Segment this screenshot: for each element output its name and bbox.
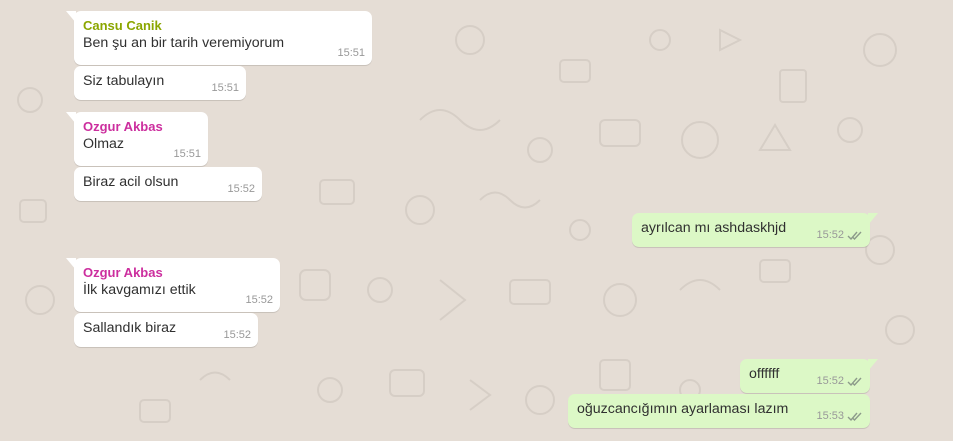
message-text: İlk kavgamızı ettik [83, 282, 196, 298]
bubble-tail [868, 359, 878, 371]
message-time: 15:52 [227, 183, 255, 195]
message-bubble[interactable]: offffff 15:52 [740, 359, 878, 393]
message-bubble[interactable]: Siz tabulayın 15:51 [74, 66, 246, 100]
message-bubble[interactable]: Cansu Canik Ben şu an bir tarih veremiyo… [66, 11, 372, 65]
bubble-tail [868, 213, 878, 225]
sender-name[interactable]: Ozgur Akbas [83, 118, 199, 135]
message-bubble[interactable]: oğuzcancığımın ayarlaması lazım 15:53 [568, 394, 870, 428]
bubble-tail [66, 11, 76, 23]
message-time: 15:52 [245, 294, 273, 306]
message-time: 15:51 [173, 148, 201, 160]
message-bubble[interactable]: Biraz acil olsun 15:52 [74, 167, 262, 201]
message-time: 15:51 [337, 47, 365, 59]
bubble-tail [66, 258, 76, 270]
sender-name[interactable]: Cansu Canik [83, 17, 363, 34]
message-bubble[interactable]: Sallandık biraz 15:52 [74, 313, 258, 347]
double-check-icon [847, 412, 862, 421]
message-time: 15:51 [211, 82, 239, 94]
bubble-tail [66, 112, 76, 124]
double-check-icon [847, 231, 862, 240]
sender-name[interactable]: Ozgur Akbas [83, 264, 271, 281]
message-time: 15:53 [816, 410, 844, 422]
message-bubble[interactable]: Ozgur Akbas Olmaz 15:51 [66, 112, 208, 166]
message-time: 15:52 [816, 229, 844, 241]
message-bubble[interactable]: Ozgur Akbas İlk kavgamızı ettik 15:52 [66, 258, 280, 312]
message-time: 15:52 [223, 329, 251, 341]
message-bubble[interactable]: ayrılcan mı ashdaskhjd 15:52 [632, 213, 878, 247]
message-text: Ben şu an bir tarih veremiyorum [83, 35, 285, 51]
double-check-icon [847, 377, 862, 386]
message-time: 15:52 [816, 375, 844, 387]
